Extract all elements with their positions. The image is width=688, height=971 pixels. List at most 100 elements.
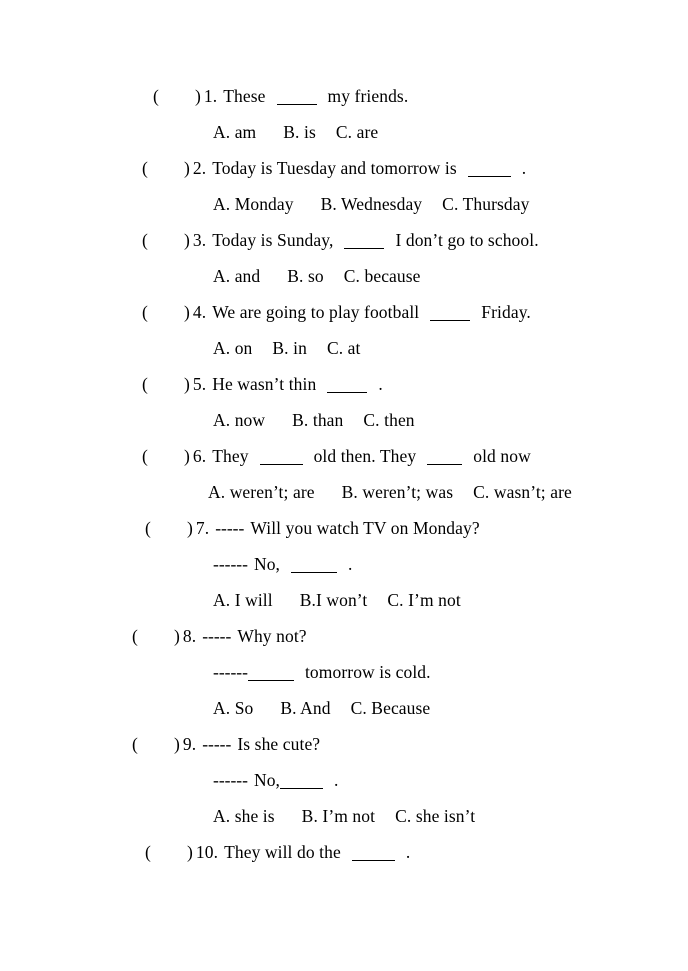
option-b-7[interactable]: B.I won’t bbox=[300, 590, 368, 610]
question-block-9: () 9. ----- Is she cute? ------ No,. A. she … bbox=[0, 726, 688, 834]
option-a-6[interactable]: A. weren’t; are bbox=[208, 482, 315, 502]
option-c-6[interactable]: C. wasn’t; are bbox=[473, 482, 572, 502]
question-number-5: 5. bbox=[192, 374, 207, 394]
answer-paren-close-7[interactable]: ) bbox=[187, 518, 193, 538]
option-c-2[interactable]: C. Thursday bbox=[442, 194, 529, 214]
fill-blank-7[interactable] bbox=[291, 559, 338, 573]
option-a-2[interactable]: A. Monday bbox=[213, 194, 294, 214]
answer-paren-close-3[interactable]: ) bbox=[184, 230, 190, 250]
fill-blank-9[interactable] bbox=[280, 775, 324, 789]
answer-paren-open-10[interactable]: ( bbox=[145, 842, 151, 862]
answer-paren-close-2[interactable]: ) bbox=[184, 158, 190, 178]
question-line-3: () 3. Today is Sunday, I don’t go to school… bbox=[0, 222, 688, 258]
fill-blank-4[interactable] bbox=[430, 307, 471, 321]
option-a-1[interactable]: A. am bbox=[213, 122, 256, 142]
option-b-3[interactable]: B. so bbox=[287, 266, 323, 286]
option-c-1[interactable]: C. are bbox=[336, 122, 378, 142]
option-b-2[interactable]: B. Wednesday bbox=[321, 194, 423, 214]
option-b-6[interactable]: B. weren’t; was bbox=[342, 482, 454, 502]
answer-paren-close-4[interactable]: ) bbox=[184, 302, 190, 322]
fill-blank-5[interactable] bbox=[327, 379, 368, 393]
question-line-7: () 7. ----- Will you watch TV on Monday? bbox=[0, 510, 688, 546]
option-a-4[interactable]: A. on bbox=[213, 338, 252, 358]
option-b-8[interactable]: B. And bbox=[280, 698, 330, 718]
fill-blank-10[interactable] bbox=[351, 847, 395, 861]
answer-paren-close-6[interactable]: ) bbox=[184, 446, 190, 466]
answer-paren-close-5[interactable]: ) bbox=[184, 374, 190, 394]
fill-blank-8[interactable] bbox=[247, 667, 294, 681]
question-stem-before-9: Is she cute? bbox=[237, 734, 321, 754]
fill-blank-6b[interactable] bbox=[427, 451, 463, 465]
option-a-3[interactable]: A. and bbox=[213, 266, 260, 286]
answer-paren-open-1[interactable]: ( bbox=[153, 86, 159, 106]
answer-text-before-7: No, bbox=[253, 554, 281, 574]
answer-text-before-9: No, bbox=[253, 770, 281, 790]
answer-line-7: ------ No,. bbox=[0, 546, 688, 582]
question-number-8: 8. bbox=[182, 626, 197, 646]
fill-blank-6a[interactable] bbox=[259, 451, 303, 465]
question-block-1: () 1. These my friends. A. am B. is C. are bbox=[0, 78, 688, 150]
worksheet-page: () 1. These my friends. A. am B. is C. are ()… bbox=[0, 0, 688, 971]
question-stem-before-6: They bbox=[212, 446, 249, 466]
question-number-4: 4. bbox=[192, 302, 207, 322]
options-line-2: A. Monday B. Wednesday C. Thursday bbox=[0, 186, 688, 222]
question-number-7: 7. bbox=[195, 518, 210, 538]
answer-paren-open-8[interactable]: ( bbox=[132, 626, 138, 646]
option-a-5[interactable]: A. now bbox=[213, 410, 265, 430]
question-block-2: () 2. Today is Tuesday and tomorrow is. A.… bbox=[0, 150, 688, 222]
question-block-10: () 10. They will do the. bbox=[0, 834, 688, 870]
option-c-4[interactable]: C. at bbox=[327, 338, 361, 358]
answer-text-after-8: tomorrow is cold. bbox=[304, 662, 431, 682]
answer-paren-close-9[interactable]: ) bbox=[174, 734, 180, 754]
options-line-6: A. weren’t; are B. weren’t; was C. wasn’t;… bbox=[0, 474, 688, 510]
question-line-5: () 5. He wasn’t thin. bbox=[0, 366, 688, 402]
options-line-8: A. So B. And C. Because bbox=[0, 690, 688, 726]
answer-paren-open-6[interactable]: ( bbox=[142, 446, 148, 466]
question-line-8: () 8. ----- Why not? bbox=[0, 618, 688, 654]
fill-blank-1[interactable] bbox=[276, 91, 317, 105]
option-a-9[interactable]: A. she is bbox=[213, 806, 275, 826]
option-a-8[interactable]: A. So bbox=[213, 698, 253, 718]
question-stem-after-6: old now bbox=[473, 446, 531, 466]
answer-paren-open-3[interactable]: ( bbox=[142, 230, 148, 250]
answer-paren-open-5[interactable]: ( bbox=[142, 374, 148, 394]
question-block-3: () 3. Today is Sunday, I don’t go to school… bbox=[0, 222, 688, 294]
answer-paren-open-9[interactable]: ( bbox=[132, 734, 138, 754]
question-line-6: () 6. They old then. They old now bbox=[0, 438, 688, 474]
question-stem-before-7: Will you watch TV on Monday? bbox=[250, 518, 480, 538]
option-c-3[interactable]: C. because bbox=[344, 266, 421, 286]
dialogue-dash-answer-8: ------ bbox=[213, 662, 248, 682]
question-number-9: 9. bbox=[182, 734, 197, 754]
option-c-5[interactable]: C. then bbox=[363, 410, 414, 430]
question-block-6: () 6. They old then. They old now A. weren’t… bbox=[0, 438, 688, 510]
question-stem-before-2: Today is Tuesday and tomorrow is bbox=[212, 158, 457, 178]
fill-blank-2[interactable] bbox=[467, 163, 511, 177]
answer-paren-close-1[interactable]: ) bbox=[195, 86, 201, 106]
question-block-8: () 8. ----- Why not? ------ tomorrow is cold… bbox=[0, 618, 688, 726]
question-stem-after-10: . bbox=[405, 842, 411, 862]
answer-paren-open-2[interactable]: ( bbox=[142, 158, 148, 178]
question-stem-after-5: . bbox=[378, 374, 383, 394]
answer-paren-close-10[interactable]: ) bbox=[187, 842, 193, 862]
options-line-3: A. and B. so C. because bbox=[0, 258, 688, 294]
fill-blank-3[interactable] bbox=[344, 235, 385, 249]
question-number-6: 6. bbox=[192, 446, 207, 466]
option-b-4[interactable]: B. in bbox=[272, 338, 307, 358]
question-line-10: () 10. They will do the. bbox=[0, 834, 688, 870]
option-b-5[interactable]: B. than bbox=[292, 410, 343, 430]
question-block-4: () 4. We are going to play football Friday.… bbox=[0, 294, 688, 366]
option-a-7[interactable]: A. I will bbox=[213, 590, 273, 610]
question-stem-after-3: I don’t go to school. bbox=[395, 230, 539, 250]
answer-paren-open-7[interactable]: ( bbox=[145, 518, 151, 538]
answer-paren-open-4[interactable]: ( bbox=[142, 302, 148, 322]
option-b-9[interactable]: B. I’m not bbox=[302, 806, 375, 826]
question-number-10: 10. bbox=[195, 842, 219, 862]
question-stem-before-1: These bbox=[223, 86, 266, 106]
question-stem-before-3: Today is Sunday, bbox=[212, 230, 334, 250]
answer-paren-close-8[interactable]: ) bbox=[174, 626, 180, 646]
option-c-7[interactable]: C. I’m not bbox=[387, 590, 460, 610]
question-stem-before-4: We are going to play football bbox=[212, 302, 420, 322]
option-c-8[interactable]: C. Because bbox=[351, 698, 431, 718]
option-b-1[interactable]: B. is bbox=[283, 122, 316, 142]
option-c-9[interactable]: C. she isn’t bbox=[395, 806, 475, 826]
